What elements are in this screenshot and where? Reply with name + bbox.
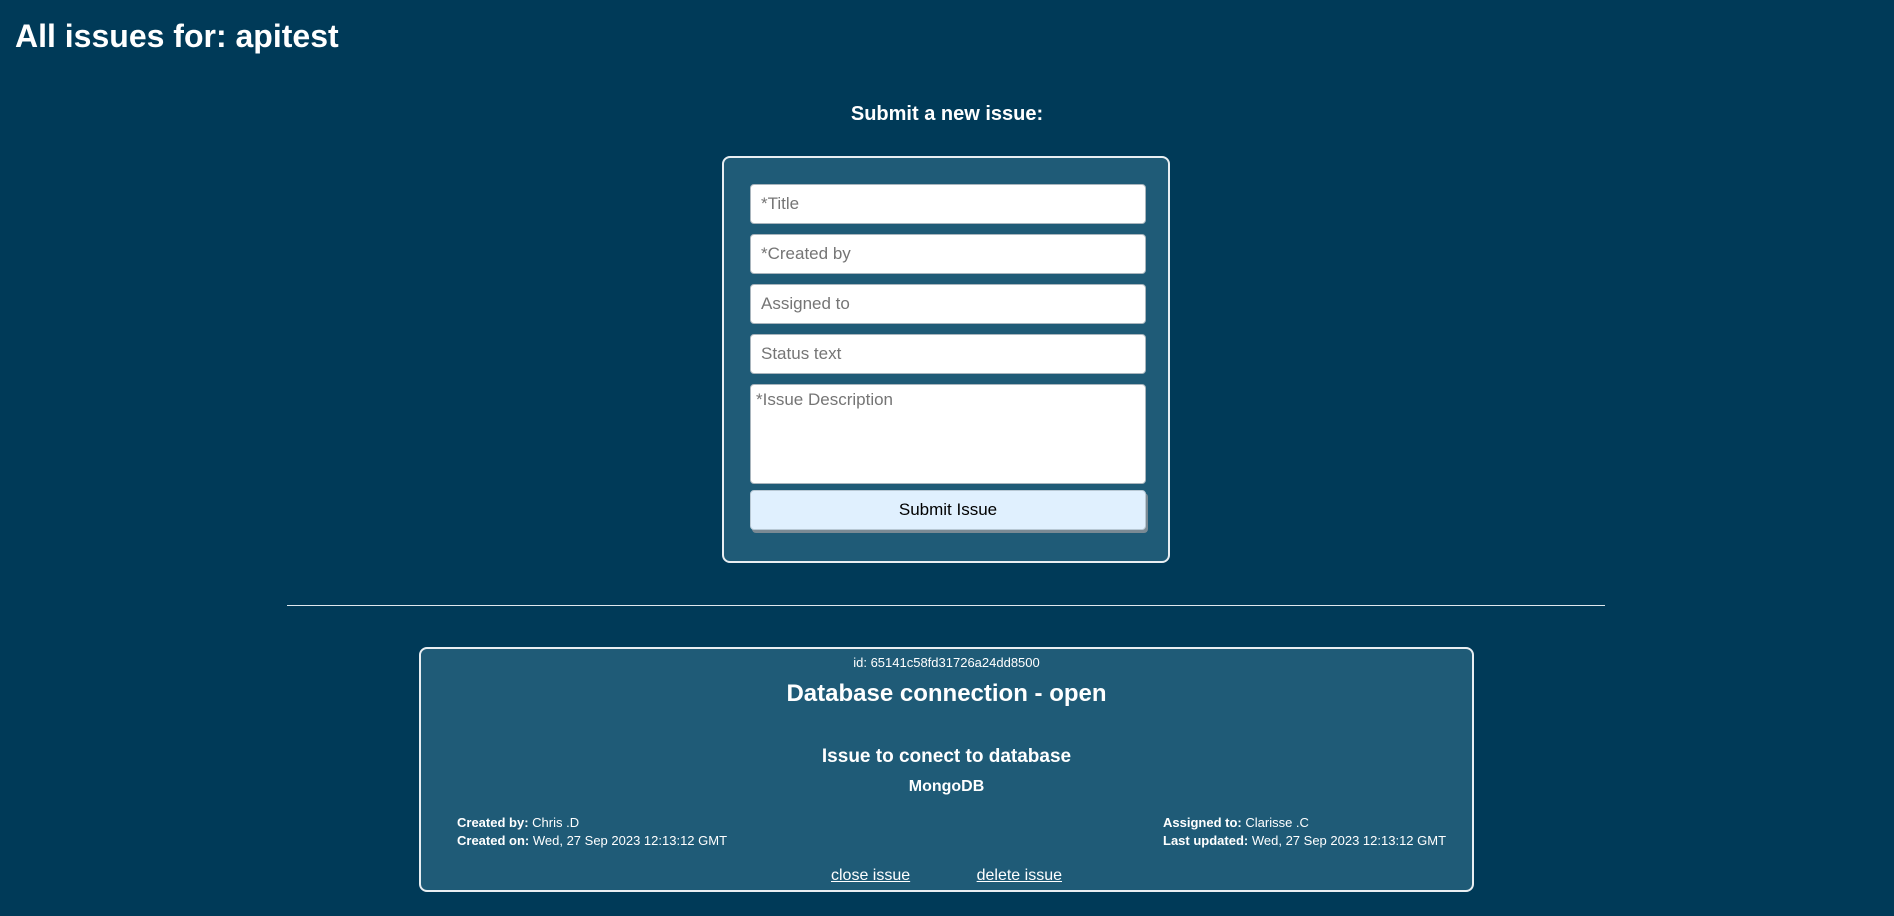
created-on-value: Wed, 27 Sep 2023 12:13:12 GMT [532,833,728,848]
close-issue-link[interactable]: close issue [831,867,910,884]
created-by-value: Chris .D [532,815,580,830]
issue-meta-left: Created by: Chris .D Created on: Wed, 27… [457,814,727,850]
last-updated-row: Last updated: Wed, 27 Sep 2023 12:13:12 … [1163,832,1446,850]
assigned-to-label: Assigned to: [1163,815,1242,830]
assigned-to-value: Clarisse .C [1245,815,1309,830]
last-updated-label: Last updated: [1163,833,1249,848]
title-input[interactable] [750,184,1146,224]
new-issue-form: Submit Issue [722,156,1170,563]
assigned-to-input[interactable] [750,284,1146,324]
section-divider [287,605,1605,606]
new-issue-heading: Submit a new issue: [850,103,1044,125]
issue-text: Issue to conect to database [821,746,1072,767]
created-on-row: Created on: Wed, 27 Sep 2023 12:13:12 GM… [457,832,727,850]
issue-card: id: 65141c58fd31726a24dd8500 Database co… [419,647,1474,892]
delete-issue-link[interactable]: delete issue [977,867,1062,884]
issue-text-detail: MongoDB [908,778,985,795]
issue-actions: close issue delete issue [421,866,1472,886]
assigned-to-row: Assigned to: Clarisse .C [1163,814,1446,832]
issue-title: Database connection - open [786,680,1107,707]
issue-description-input[interactable] [750,384,1146,484]
status-text-input[interactable] [750,334,1146,374]
created-on-label: Created on: [457,833,530,848]
last-updated-value: Wed, 27 Sep 2023 12:13:12 GMT [1251,833,1447,848]
page-title: All issues for: apitest [15,18,339,54]
submit-issue-button[interactable]: Submit Issue [750,490,1146,530]
issue-meta-right: Assigned to: Clarisse .C Last updated: W… [1163,814,1446,850]
created-by-row: Created by: Chris .D [457,814,727,832]
issue-id: id: 65141c58fd31726a24dd8500 [853,655,1040,670]
created-by-input[interactable] [750,234,1146,274]
created-by-label: Created by: [457,815,529,830]
